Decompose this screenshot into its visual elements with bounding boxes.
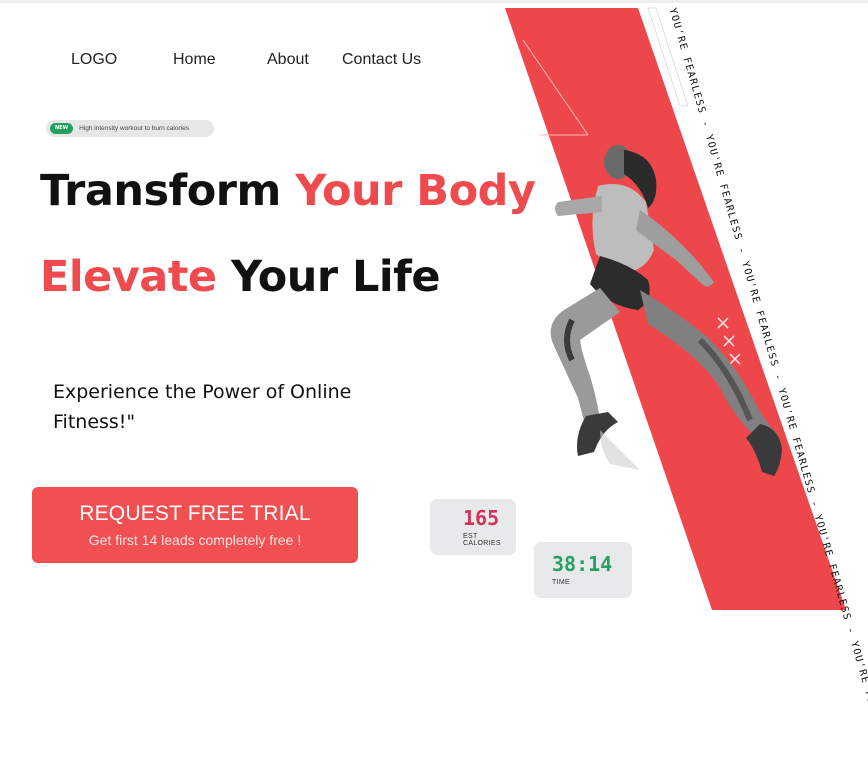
announcement-text: High intensity workout to burn calories: [79, 125, 189, 132]
announcement-pill: NEW High intensity workout to burn calor…: [46, 120, 214, 137]
cta-title: REQUEST FREE TRIAL: [79, 502, 311, 525]
headline-your-life: Your Life: [231, 252, 441, 302]
red-diagonal-band: [505, 8, 846, 610]
calories-card: 165 EST CALORIES: [430, 499, 516, 555]
time-value: 38:14: [552, 552, 613, 576]
calories-label: EST CALORIES: [463, 533, 501, 547]
headline-line-2: Elevate Your Life: [40, 252, 441, 302]
logo[interactable]: LOGO: [71, 51, 117, 69]
new-badge: NEW: [50, 123, 74, 134]
headline-line-1: Transform Your Body: [40, 166, 536, 216]
nav-contact-link[interactable]: Contact Us: [342, 51, 421, 69]
subheadline: Experience the Power of Online Fitness!": [53, 381, 352, 433]
nav-about-link[interactable]: About: [267, 51, 309, 69]
headline-transform: Transform: [40, 166, 296, 216]
headline-your-body: Your Body: [295, 166, 536, 216]
request-trial-button[interactable]: REQUEST FREE TRIAL Get first 14 leads co…: [32, 487, 358, 563]
nav-home-link[interactable]: Home: [173, 51, 216, 69]
time-label: TIME: [552, 579, 570, 586]
time-card: 38:14 TIME: [534, 542, 632, 598]
calories-value: 165: [463, 506, 500, 530]
headline-elevate: Elevate: [40, 252, 232, 302]
cta-subtitle: Get first 14 leads completely free !: [88, 532, 302, 548]
